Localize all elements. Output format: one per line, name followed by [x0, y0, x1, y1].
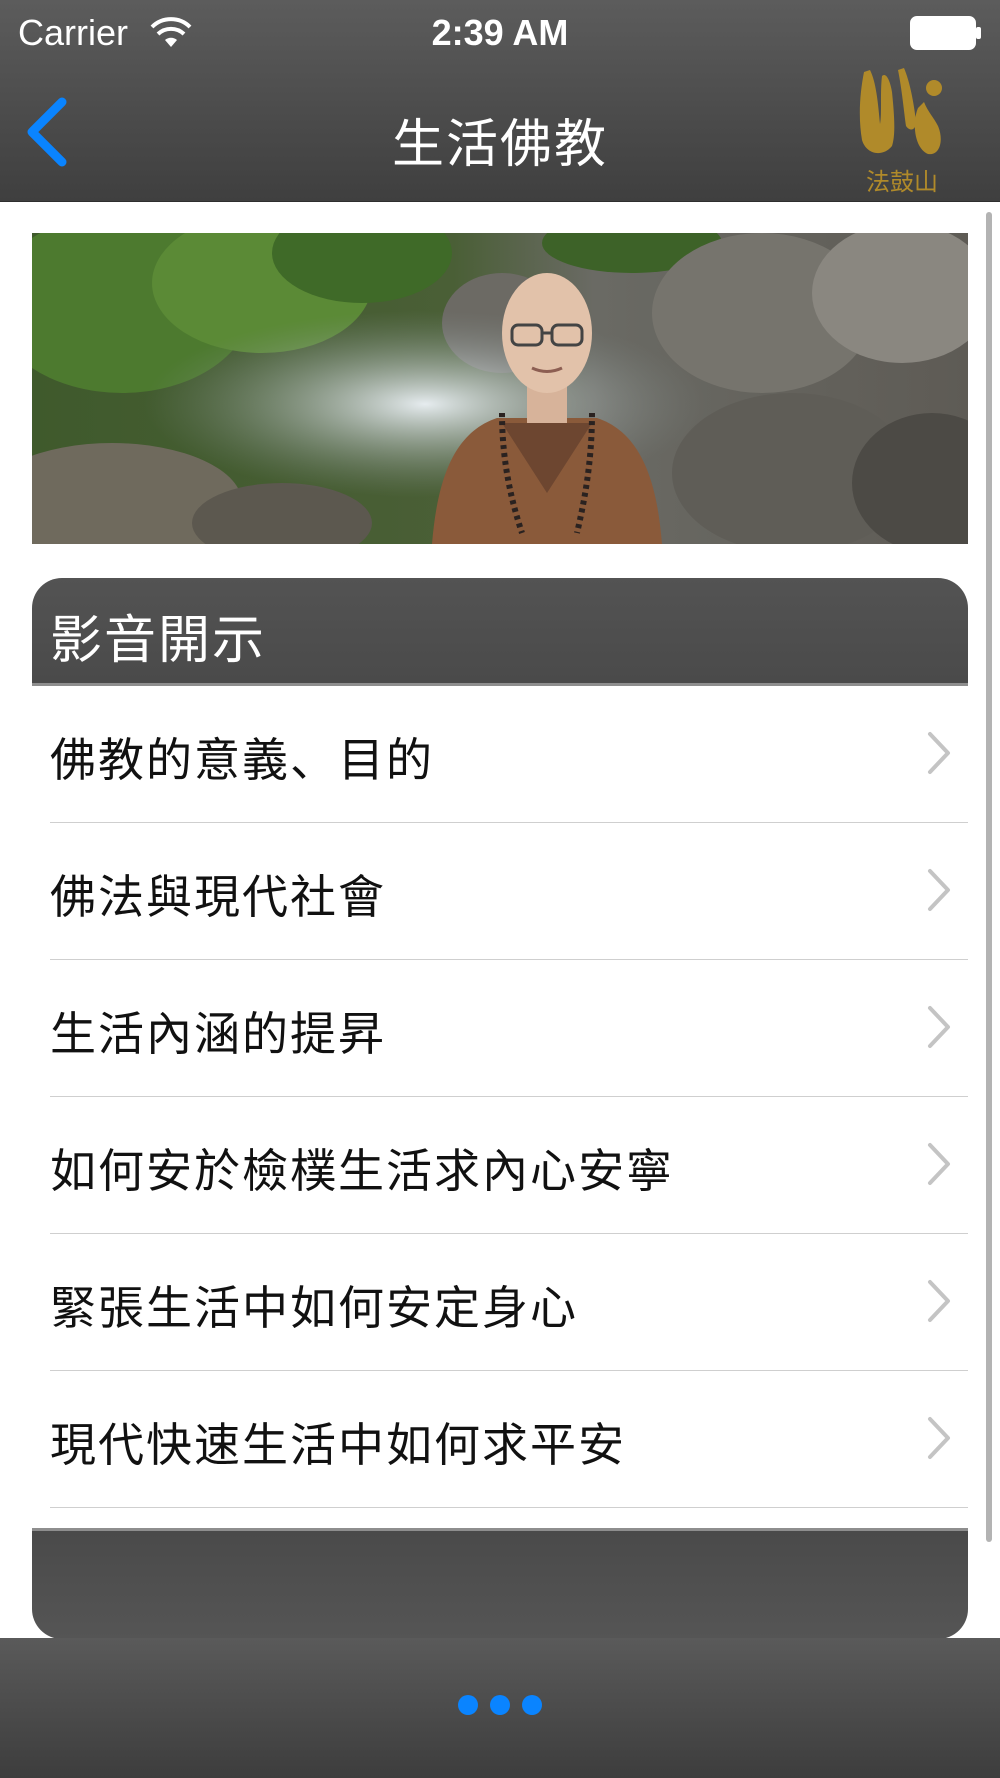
list-item-label: 佛教的意義、目的 — [50, 733, 434, 787]
chevron-right-icon — [928, 869, 950, 911]
list-item-label: 如何安於檢樸生活求內心安寧 — [50, 1144, 674, 1198]
dharma-drum-logo: 法鼓山 — [859, 68, 942, 196]
list-item-label: 佛法與現代社會 — [50, 870, 386, 924]
scroll-indicator[interactable] — [986, 212, 992, 1542]
monk-portrait-photo — [32, 233, 968, 544]
page-indicator[interactable] — [0, 1695, 1000, 1715]
page-title: 生活佛教 — [391, 115, 608, 175]
navigation-bar: Carrier 2:39 AM 生活佛教 法鼓山 — [0, 0, 1000, 202]
chevron-right-icon — [928, 732, 950, 774]
section-title: 影音開示 — [50, 611, 267, 671]
chevron-right-icon — [928, 1417, 950, 1459]
section-footer — [32, 1528, 968, 1639]
list-item-label: 現代快速生活中如何求平安 — [50, 1418, 626, 1472]
section-header: 影音開示 — [32, 578, 968, 686]
list-item[interactable]: 緊張生活中如何安定身心 — [32, 1234, 968, 1371]
chevron-right-icon — [928, 1280, 950, 1322]
page-dot[interactable] — [490, 1695, 510, 1715]
page-dot[interactable] — [458, 1695, 478, 1715]
list-item[interactable]: 現代快速生活中如何求平安 — [32, 1371, 968, 1508]
list-item[interactable]: 生活內涵的提昇 — [32, 960, 968, 1097]
bottom-bar — [0, 1638, 1000, 1778]
video-list: 佛教的意義、目的 佛法與現代社會 生活內涵的提昇 如何安於檢樸生活求內心安寧 緊… — [32, 686, 968, 1508]
list-item[interactable]: 佛教的意義、目的 — [32, 686, 968, 823]
list-item-label: 生活內涵的提昇 — [50, 1007, 386, 1061]
banner-image — [32, 233, 968, 544]
chevron-right-icon — [928, 1006, 950, 1048]
logo-text: 法鼓山 — [866, 168, 938, 196]
list-item[interactable]: 如何安於檢樸生活求內心安寧 — [32, 1097, 968, 1234]
page-dot[interactable] — [522, 1695, 542, 1715]
chevron-right-icon — [928, 1143, 950, 1185]
list-item[interactable]: 佛法與現代社會 — [32, 823, 968, 960]
list-item-label: 緊張生活中如何安定身心 — [50, 1281, 578, 1335]
status-time: 2:39 AM — [431, 12, 569, 53]
battery-icon — [910, 16, 981, 50]
app-screen: Carrier 2:39 AM 生活佛教 法鼓山 影音開示 佛教的意義、目的 佛… — [0, 0, 1000, 1778]
